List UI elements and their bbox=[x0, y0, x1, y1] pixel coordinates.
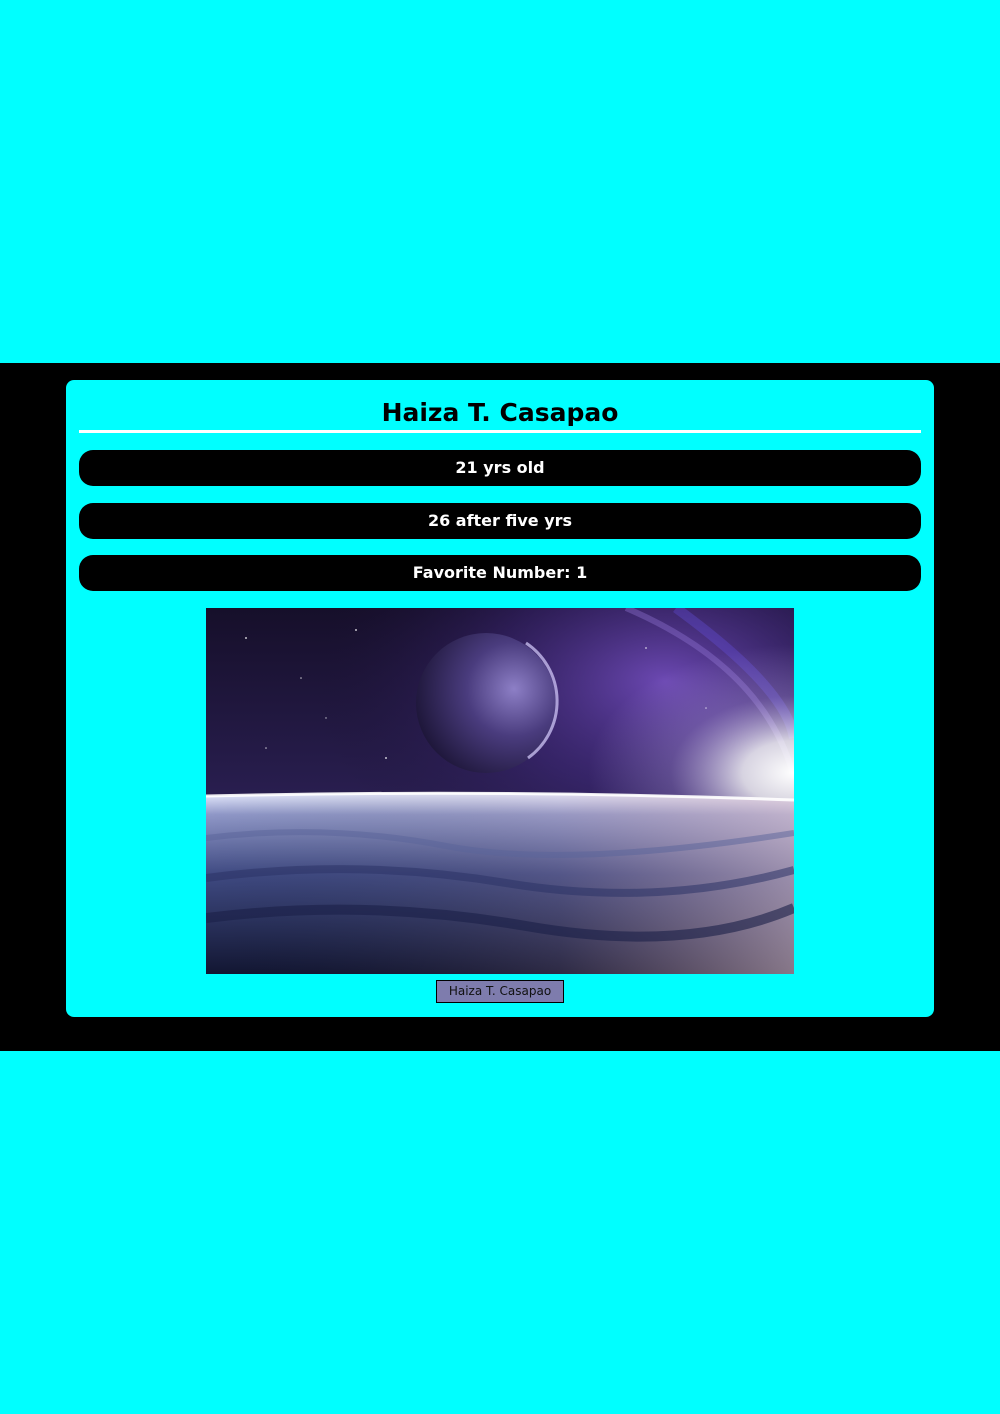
favorite-number-pill: Favorite Number: 1 bbox=[79, 555, 921, 591]
page-title: Haiza T. Casapao bbox=[381, 398, 619, 427]
name-button[interactable]: Haiza T. Casapao bbox=[436, 980, 564, 1003]
future-age-pill: 26 after five yrs bbox=[79, 503, 921, 539]
title-divider bbox=[79, 430, 921, 433]
profile-card: Haiza T. Casapao 21 yrs old 26 after fiv… bbox=[66, 380, 934, 1017]
space-image bbox=[206, 608, 794, 974]
age-pill: 21 yrs old bbox=[79, 450, 921, 486]
